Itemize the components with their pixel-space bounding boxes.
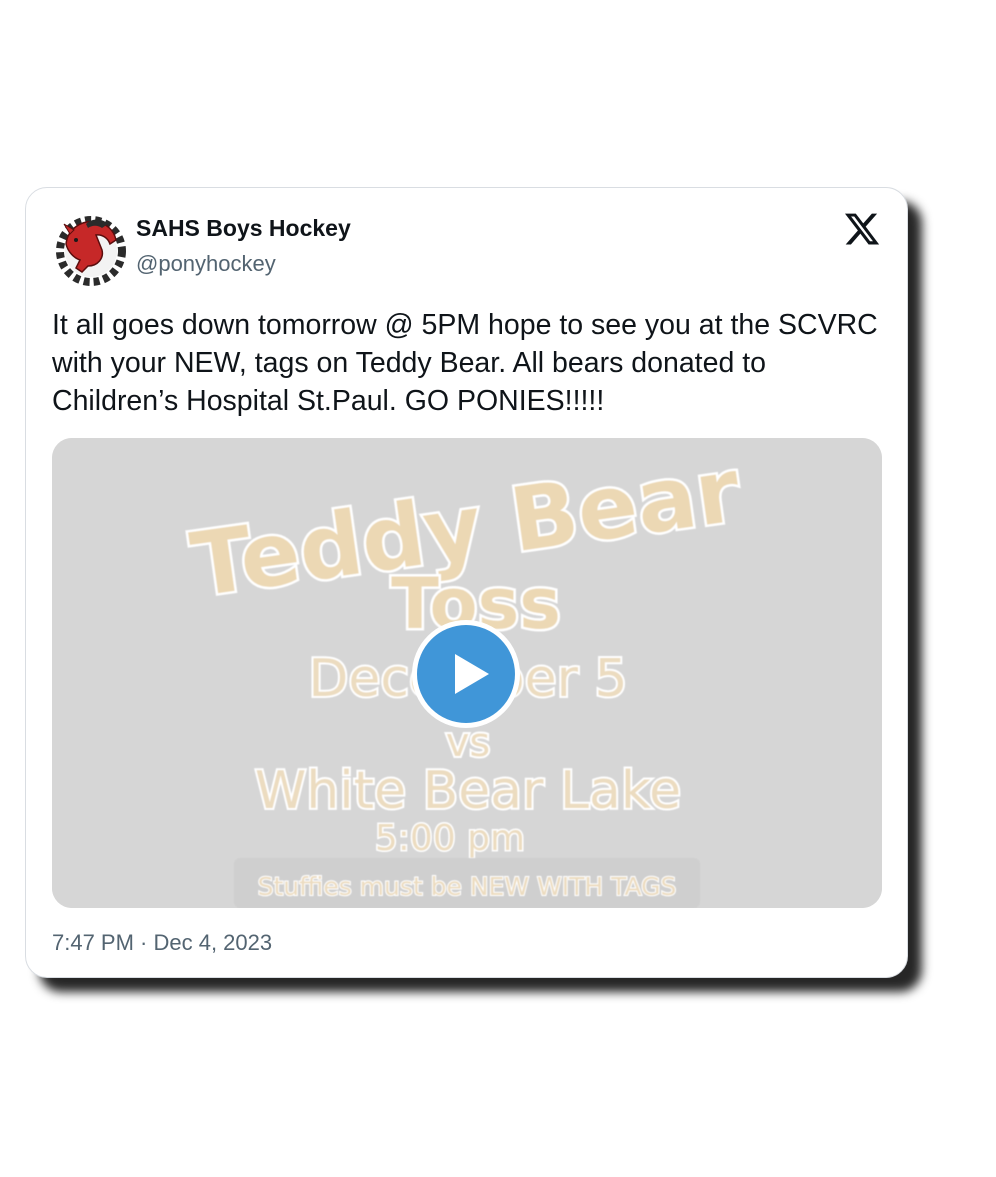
- tweet-text: It all goes down tomorrow @ 5PM hope to …: [52, 309, 878, 417]
- poster-time-line: 5:00 pm: [375, 818, 525, 859]
- tweet-timestamp[interactable]: 7:47 PM · Dec 4, 2023: [52, 930, 272, 956]
- horse-logo-icon: [52, 210, 130, 288]
- author-name[interactable]: SAHS Boys Hockey: [136, 215, 351, 242]
- poster-note-line: Stuffies must be NEW WITH TAGS: [258, 872, 677, 901]
- video-player[interactable]: Teddy Bear Toss December 5 vs White Bear…: [52, 438, 882, 908]
- x-logo-icon[interactable]: [843, 210, 881, 248]
- avatar[interactable]: [52, 210, 130, 288]
- play-button[interactable]: [412, 620, 520, 728]
- poster-opponent-line: White Bear Lake: [255, 761, 681, 821]
- play-icon: [417, 625, 515, 723]
- author-handle[interactable]: @ponyhockey: [136, 251, 276, 277]
- tweet-card: SAHS Boys Hockey @ponyhockey It all goes…: [25, 187, 908, 978]
- page: SAHS Boys Hockey @ponyhockey It all goes…: [0, 0, 996, 1177]
